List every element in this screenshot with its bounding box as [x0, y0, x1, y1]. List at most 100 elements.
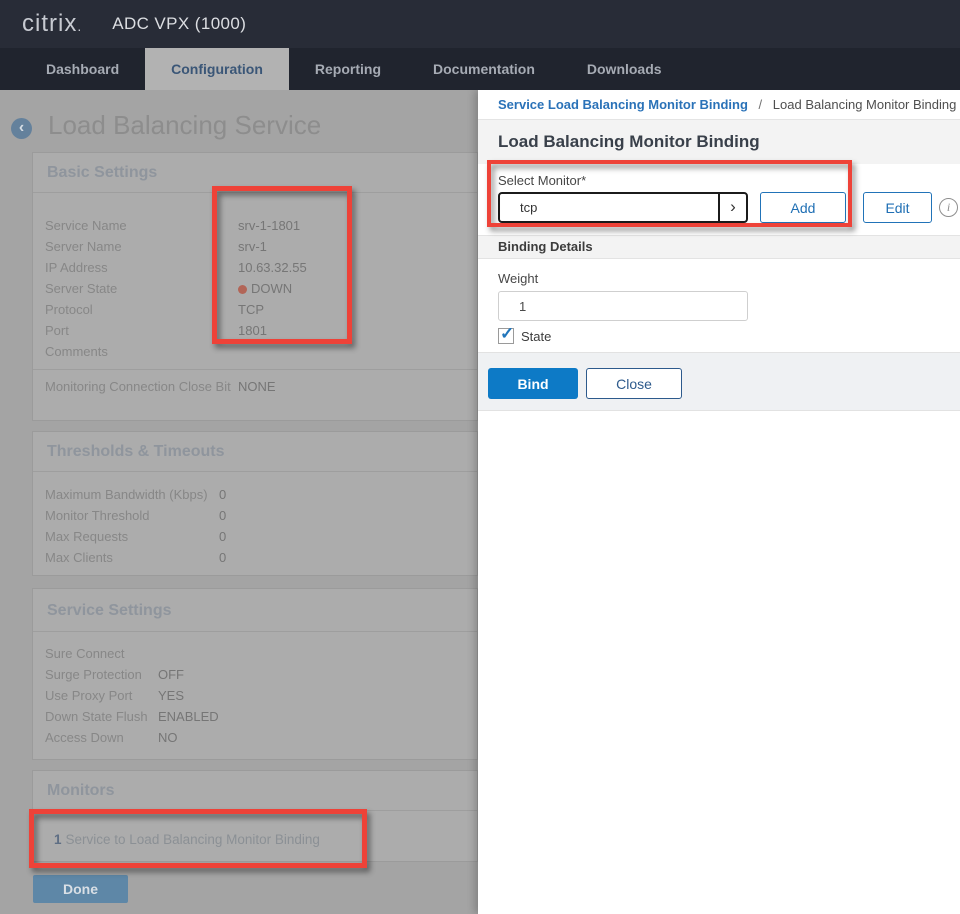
field-value: 1801 [238, 320, 267, 341]
field-row: ProtocolTCP [45, 299, 465, 320]
field-value: 0 [219, 526, 226, 547]
tab-dashboard[interactable]: Dashboard [20, 48, 145, 90]
field-row: Down State FlushENABLED [45, 706, 465, 727]
breadcrumb-link[interactable]: Service Load Balancing Monitor Binding [498, 97, 748, 112]
tab-downloads[interactable]: Downloads [561, 48, 688, 90]
binding-count: 1 [54, 832, 62, 847]
binding-link-label: Service to Load Balancing Monitor Bindin… [66, 832, 320, 847]
add-button[interactable]: Add [760, 192, 846, 223]
field-value: NONE [238, 376, 276, 397]
field-value: ENABLED [158, 706, 219, 727]
select-monitor-value: tcp [500, 194, 718, 221]
field-row: Surge ProtectionOFF [45, 664, 465, 685]
panel-title: Load Balancing Monitor Binding [498, 132, 760, 152]
field-row: Sure Connect [45, 643, 465, 664]
thresholds-card: Thresholds & Timeouts Maximum Bandwidth … [32, 431, 478, 576]
state-checkbox[interactable]: ✓ [498, 328, 514, 344]
select-monitor-label: Select Monitor* [498, 173, 586, 188]
field-label: Comments [45, 341, 238, 362]
check-icon: ✓ [500, 324, 514, 344]
app-header: citrix. ADC VPX (1000) [0, 0, 960, 48]
done-button[interactable]: Done [33, 875, 128, 903]
tab-documentation[interactable]: Documentation [407, 48, 561, 90]
field-label: Sure Connect [45, 643, 158, 664]
panel-title-band: Load Balancing Monitor Binding [478, 120, 960, 164]
back-button[interactable]: ‹ [11, 118, 32, 139]
field-label: Access Down [45, 727, 158, 748]
weight-input[interactable] [498, 291, 748, 321]
tab-configuration[interactable]: Configuration [145, 48, 289, 90]
field-value: 0 [219, 484, 226, 505]
field-row: Monitoring Connection Close BitNONE [45, 376, 465, 397]
field-value: srv-1 [238, 236, 267, 257]
basic-settings-header: Basic Settings [33, 153, 477, 193]
monitors-header: Monitors [33, 771, 477, 811]
field-label: Maximum Bandwidth (Kbps) [45, 484, 219, 505]
monitor-binding-panel: Service Load Balancing Monitor Binding /… [478, 90, 960, 914]
field-label: Monitoring Connection Close Bit [45, 376, 238, 397]
field-row: Access DownNO [45, 727, 465, 748]
breadcrumb-current: Load Balancing Monitor Binding [773, 97, 957, 112]
service-monitor-binding-link[interactable]: 1 Service to Load Balancing Monitor Bindi… [33, 811, 477, 847]
field-label: Port [45, 320, 238, 341]
thresholds-header: Thresholds & Timeouts [33, 432, 477, 472]
product-title: ADC VPX (1000) [112, 14, 246, 34]
select-monitor-section: Select Monitor* tcp › Add Edit i [478, 164, 960, 235]
basic-settings-card: Basic Settings Service Namesrv-1-1801 Se… [32, 152, 478, 421]
field-label: Monitor Threshold [45, 505, 219, 526]
field-row: Server StateDOWN [45, 278, 465, 299]
close-button[interactable]: Close [586, 368, 682, 399]
server-state-value: DOWN [238, 278, 292, 299]
field-row: Maximum Bandwidth (Kbps)0 [45, 484, 465, 505]
state-checkbox-row[interactable]: ✓ State [498, 328, 551, 344]
monitors-card: Monitors 1 Service to Load Balancing Moni… [32, 770, 478, 862]
field-label: IP Address [45, 257, 238, 278]
breadcrumb-separator: / [759, 97, 763, 112]
main-nav: Dashboard Configuration Reporting Docume… [0, 48, 960, 90]
field-value: YES [158, 685, 184, 706]
field-row: Server Namesrv-1 [45, 236, 465, 257]
status-down-dot [238, 285, 247, 294]
state-label: State [521, 329, 551, 344]
field-value: TCP [238, 299, 264, 320]
field-label: Max Clients [45, 547, 219, 568]
weight-label: Weight [498, 271, 538, 286]
citrix-adc-screen: citrix. ADC VPX (1000) Dashboard Configu… [0, 0, 960, 914]
field-label: Down State Flush [45, 706, 158, 727]
info-icon[interactable]: i [939, 198, 958, 217]
field-value: srv-1-1801 [238, 215, 300, 236]
chevron-right-icon[interactable]: › [718, 194, 746, 221]
card-divider [33, 369, 477, 370]
field-value: 0 [219, 547, 226, 568]
bind-button[interactable]: Bind [488, 368, 578, 399]
field-row: Monitor Threshold0 [45, 505, 465, 526]
field-value: OFF [158, 664, 184, 685]
field-row: Max Requests0 [45, 526, 465, 547]
field-label: Server Name [45, 236, 238, 257]
binding-details-section: Weight ✓ State [478, 259, 960, 352]
back-arrow-icon: ‹ [19, 119, 24, 136]
status-down-text: DOWN [251, 281, 292, 296]
tab-reporting[interactable]: Reporting [289, 48, 407, 90]
citrix-logo-text: citrix [22, 10, 77, 37]
field-row: IP Address10.63.32.55 [45, 257, 465, 278]
field-label: Service Name [45, 215, 238, 236]
field-label: Use Proxy Port [45, 685, 158, 706]
panel-action-bar: Bind Close [478, 352, 960, 411]
field-row: Service Namesrv-1-1801 [45, 215, 465, 236]
edit-button[interactable]: Edit [863, 192, 932, 223]
binding-details-header: Binding Details [478, 235, 960, 259]
field-label: Surge Protection [45, 664, 158, 685]
select-monitor-input[interactable]: tcp › [498, 192, 748, 223]
field-row: Max Clients0 [45, 547, 465, 568]
field-row: Use Proxy PortYES [45, 685, 465, 706]
citrix-logo: citrix. [22, 10, 82, 38]
field-label: Protocol [45, 299, 238, 320]
field-label: Max Requests [45, 526, 219, 547]
field-row: Comments [45, 341, 465, 362]
service-settings-card: Service Settings Sure Connect Surge Prot… [32, 588, 478, 760]
field-value: NO [158, 727, 178, 748]
citrix-logo-dot: . [77, 18, 82, 34]
breadcrumb: Service Load Balancing Monitor Binding /… [478, 90, 960, 120]
field-value: 0 [219, 505, 226, 526]
